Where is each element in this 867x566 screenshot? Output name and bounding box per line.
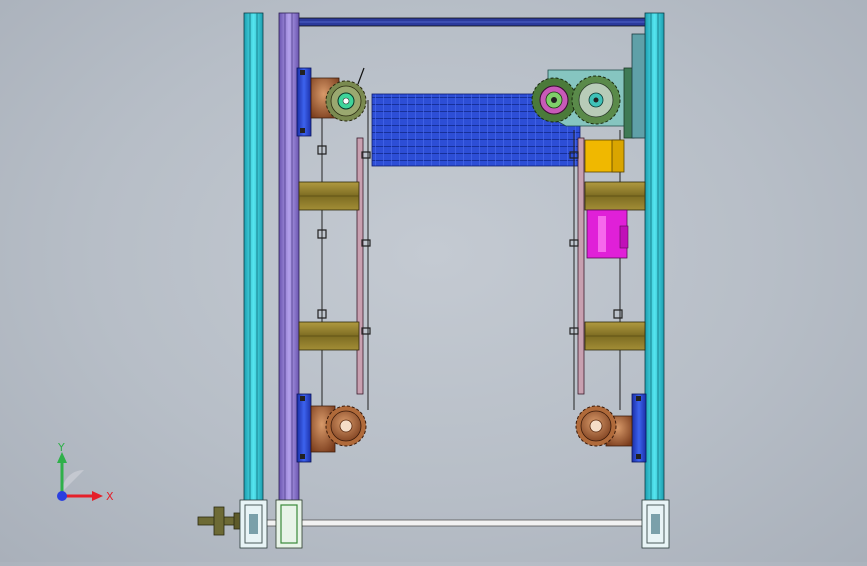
right-frame-post[interactable] (644, 12, 665, 504)
coordinate-triad: Y X (40, 438, 120, 510)
left-bearing-block-lower[interactable] (298, 321, 360, 351)
left-inner-post[interactable] (278, 12, 300, 504)
motor-yellow-housing[interactable] (584, 139, 625, 173)
left-chain-guide[interactable] (321, 100, 369, 410)
right-bearing-block-upper[interactable] (584, 181, 646, 211)
x-axis-label: X (106, 490, 114, 503)
motor-magenta-body[interactable] (586, 209, 629, 259)
inner-post-endcap (275, 499, 303, 549)
left-frame-post[interactable] (243, 12, 264, 504)
cad-viewport[interactable] (0, 0, 867, 562)
right-bottom-sprocket[interactable] (575, 405, 633, 447)
left-shaft-handwheel[interactable] (197, 506, 243, 536)
left-post-endcap (239, 499, 268, 549)
right-mount-plate-bottom[interactable] (631, 393, 647, 463)
assembly-drawing[interactable] (0, 0, 867, 562)
top-crossbeam[interactable] (289, 17, 647, 27)
left-bottom-sprocket[interactable] (310, 405, 367, 453)
right-bearing-block-lower[interactable] (584, 321, 646, 351)
left-mount-plate-bottom[interactable] (296, 393, 312, 463)
bottom-drive-shaft[interactable] (261, 519, 645, 527)
x-axis-arrowhead (92, 491, 103, 501)
left-top-sprocket[interactable] (310, 67, 367, 122)
drive-gear-right[interactable] (571, 75, 621, 125)
y-axis-label: Y (57, 441, 65, 454)
left-mount-plate-top[interactable] (296, 67, 312, 137)
right-post-endcap (641, 499, 670, 549)
left-bearing-block-upper[interactable] (298, 181, 360, 211)
drive-gear-left[interactable] (531, 77, 577, 123)
z-axis-dot (57, 491, 67, 501)
